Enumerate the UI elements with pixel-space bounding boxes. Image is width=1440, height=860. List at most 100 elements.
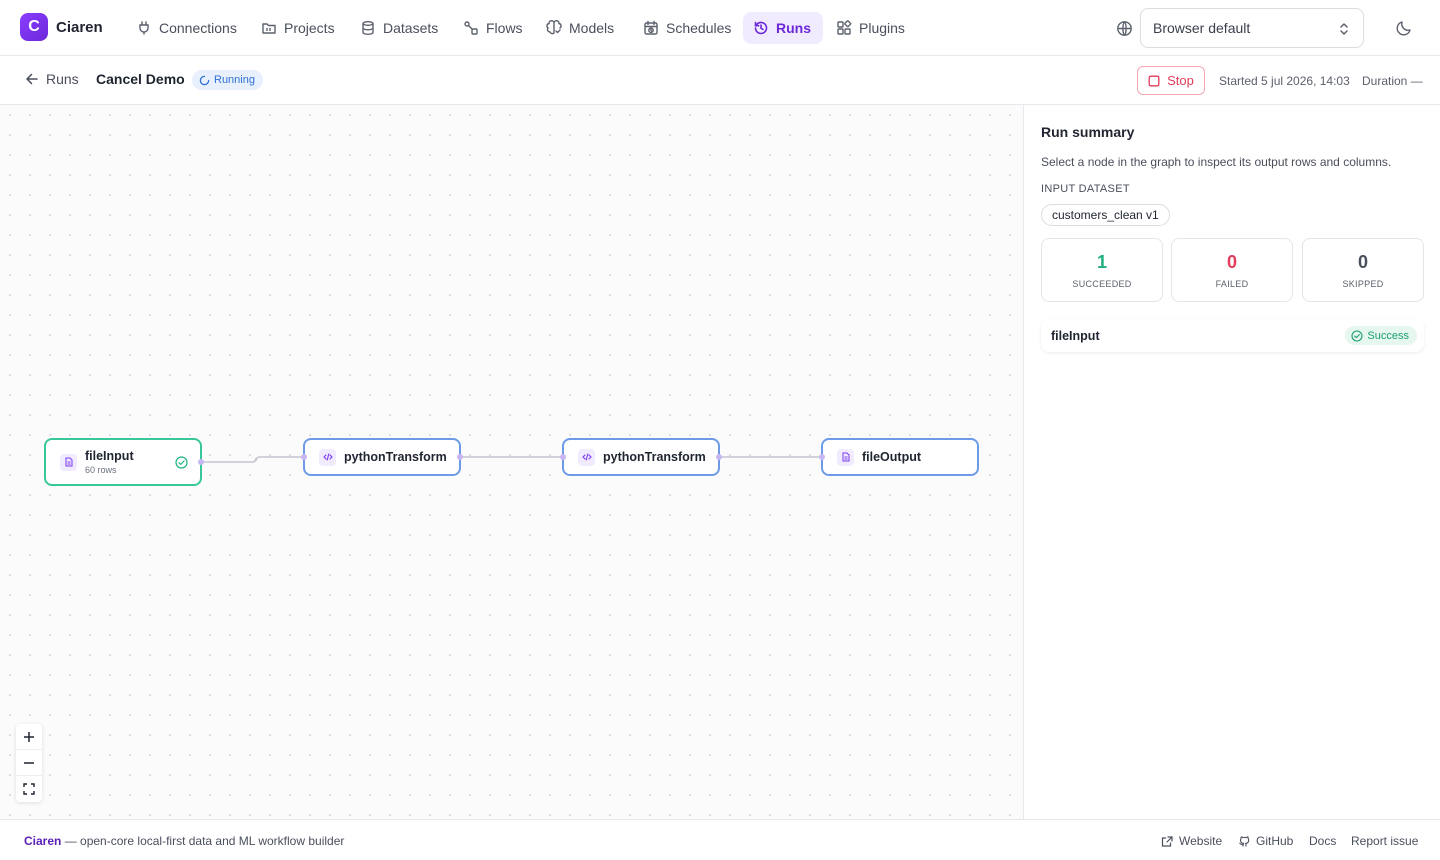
input-handle[interactable] bbox=[301, 454, 307, 460]
node-label: pythonTransform bbox=[344, 450, 447, 464]
app-logo[interactable]: C Ciaren bbox=[20, 13, 103, 41]
nav-plugins[interactable]: Plugins bbox=[826, 12, 917, 44]
stat-skipped: 0 SKIPPED bbox=[1302, 238, 1424, 302]
history-icon bbox=[754, 21, 768, 35]
status-label: Running bbox=[214, 74, 255, 86]
stat-label: SKIPPED bbox=[1342, 278, 1384, 289]
stop-button[interactable]: Stop bbox=[1137, 66, 1205, 95]
nav-flows[interactable]: Flows bbox=[453, 12, 535, 44]
nav-label: Projects bbox=[284, 20, 335, 36]
run-header: Runs Cancel Demo Running Stop Started 5 … bbox=[0, 56, 1440, 105]
footer-link-docs[interactable]: Docs bbox=[1309, 834, 1336, 848]
spinner-icon bbox=[199, 75, 210, 85]
input-handle[interactable] bbox=[819, 454, 825, 460]
panel-description: Select a node in the graph to inspect it… bbox=[1041, 155, 1392, 169]
node-label: pythonTransform bbox=[603, 450, 706, 464]
footer-brand: Ciaren bbox=[24, 834, 62, 848]
node-result-name: fileInput bbox=[1051, 328, 1100, 343]
graph-node-file-input[interactable]: fileInput 60 rows bbox=[44, 438, 204, 486]
node-label: fileOutput bbox=[862, 450, 922, 464]
footer-tagline-text: — open-core local-first data and ML work… bbox=[61, 834, 345, 848]
external-link-icon bbox=[1161, 835, 1173, 847]
nav-runs[interactable]: Runs bbox=[743, 12, 823, 44]
nav-label: Runs bbox=[776, 20, 811, 36]
nav-projects[interactable]: Projects bbox=[251, 12, 347, 44]
run-summary-panel: Run summary Select a node in the graph t… bbox=[1025, 105, 1440, 819]
plug-icon bbox=[139, 21, 149, 35]
moon-icon[interactable] bbox=[1395, 19, 1413, 37]
panel-title: Run summary bbox=[1041, 124, 1135, 140]
run-title: Cancel Demo bbox=[96, 71, 185, 87]
arrow-left-icon bbox=[26, 73, 38, 85]
nav-schedules[interactable]: Schedules bbox=[633, 12, 743, 44]
flow-icon bbox=[464, 21, 478, 35]
input-handle[interactable] bbox=[560, 454, 566, 460]
nav-label: Flows bbox=[486, 20, 523, 36]
nav-datasets[interactable]: Datasets bbox=[350, 12, 450, 44]
nav-label: Datasets bbox=[383, 20, 439, 36]
flow-canvas[interactable]: fileInput 60 rows pythonTransform python… bbox=[0, 105, 1024, 819]
calendar-clock-icon bbox=[644, 20, 658, 35]
graph-node-python-transform-2[interactable]: pythonTransform bbox=[560, 438, 722, 476]
stop-icon bbox=[1148, 75, 1160, 86]
input-dataset-chip[interactable]: customers_clean v1 bbox=[1041, 204, 1170, 226]
stat-value: 1 bbox=[1096, 251, 1107, 272]
code-icon bbox=[578, 448, 595, 466]
footer-link-label: Docs bbox=[1309, 834, 1337, 848]
footer-link-report-issue[interactable]: Report issue bbox=[1351, 834, 1418, 848]
back-to-runs-link[interactable]: Runs bbox=[24, 71, 79, 87]
logo-mark: C bbox=[20, 13, 48, 41]
stat-value: 0 bbox=[1226, 251, 1237, 272]
zoom-in-button[interactable] bbox=[16, 724, 42, 750]
nav-label: Models bbox=[569, 20, 615, 36]
input-dataset-heading: INPUT DATASET bbox=[1041, 183, 1130, 195]
fit-view-icon bbox=[23, 783, 35, 795]
stop-label: Stop bbox=[1167, 73, 1194, 88]
footer-link-label: Website bbox=[1179, 834, 1223, 848]
output-handle[interactable] bbox=[198, 459, 204, 465]
app-name: Ciaren bbox=[56, 18, 103, 36]
nav-connections[interactable]: Connections bbox=[126, 12, 249, 44]
stat-value: 0 bbox=[1357, 251, 1368, 272]
graph-node-file-output[interactable]: fileOutput bbox=[819, 438, 979, 476]
node-row-count: 60 rows bbox=[85, 465, 117, 475]
file-icon bbox=[837, 448, 854, 466]
stat-label: SUCCEEDED bbox=[1072, 278, 1132, 289]
success-label: Success bbox=[1367, 329, 1409, 342]
github-icon bbox=[1239, 835, 1250, 846]
success-badge: Success bbox=[1345, 326, 1417, 345]
footer-link-github[interactable]: GitHub bbox=[1238, 834, 1293, 848]
puzzle-icon bbox=[837, 20, 852, 35]
database-icon bbox=[362, 21, 374, 36]
language-select-value: Browser default bbox=[1153, 20, 1251, 36]
plus-icon bbox=[24, 731, 34, 742]
nav-label: Plugins bbox=[859, 20, 905, 36]
footer-link-label: Report issue bbox=[1351, 834, 1419, 848]
zoom-controls bbox=[16, 724, 42, 802]
nav-models[interactable]: Models bbox=[536, 12, 626, 44]
code-icon bbox=[319, 448, 336, 466]
chevron-up-down-icon bbox=[1340, 23, 1348, 35]
duration-value: Duration — bbox=[1362, 74, 1423, 88]
page-footer: Ciaren — open-core local-first data and … bbox=[0, 819, 1440, 860]
output-handle[interactable] bbox=[716, 454, 722, 460]
footer-link-label: GitHub bbox=[1256, 834, 1294, 848]
check-circle-icon bbox=[175, 456, 188, 469]
footer-tagline: Ciaren — open-core local-first data and … bbox=[24, 834, 344, 848]
stat-label: FAILED bbox=[1215, 278, 1249, 289]
nav-label: Connections bbox=[159, 20, 237, 36]
started-timestamp: Started 5 jul 2026, 14:03 bbox=[1219, 74, 1350, 88]
zoom-out-button[interactable] bbox=[16, 750, 42, 776]
footer-link-website[interactable]: Website bbox=[1161, 834, 1222, 848]
edge bbox=[202, 456, 303, 463]
file-icon bbox=[60, 453, 77, 471]
fit-view-button[interactable] bbox=[16, 776, 42, 802]
brain-icon bbox=[546, 20, 562, 35]
globe-icon bbox=[1117, 21, 1132, 36]
graph-node-python-transform-1[interactable]: pythonTransform bbox=[301, 438, 463, 476]
stat-succeeded: 1 SUCCEEDED bbox=[1041, 238, 1163, 302]
node-result-row[interactable]: fileInput Success bbox=[1041, 319, 1424, 352]
language-select[interactable]: Browser default bbox=[1140, 8, 1364, 48]
output-handle[interactable] bbox=[457, 454, 463, 460]
top-navigation: C Ciaren Connections Projects Datasets F… bbox=[0, 0, 1440, 56]
